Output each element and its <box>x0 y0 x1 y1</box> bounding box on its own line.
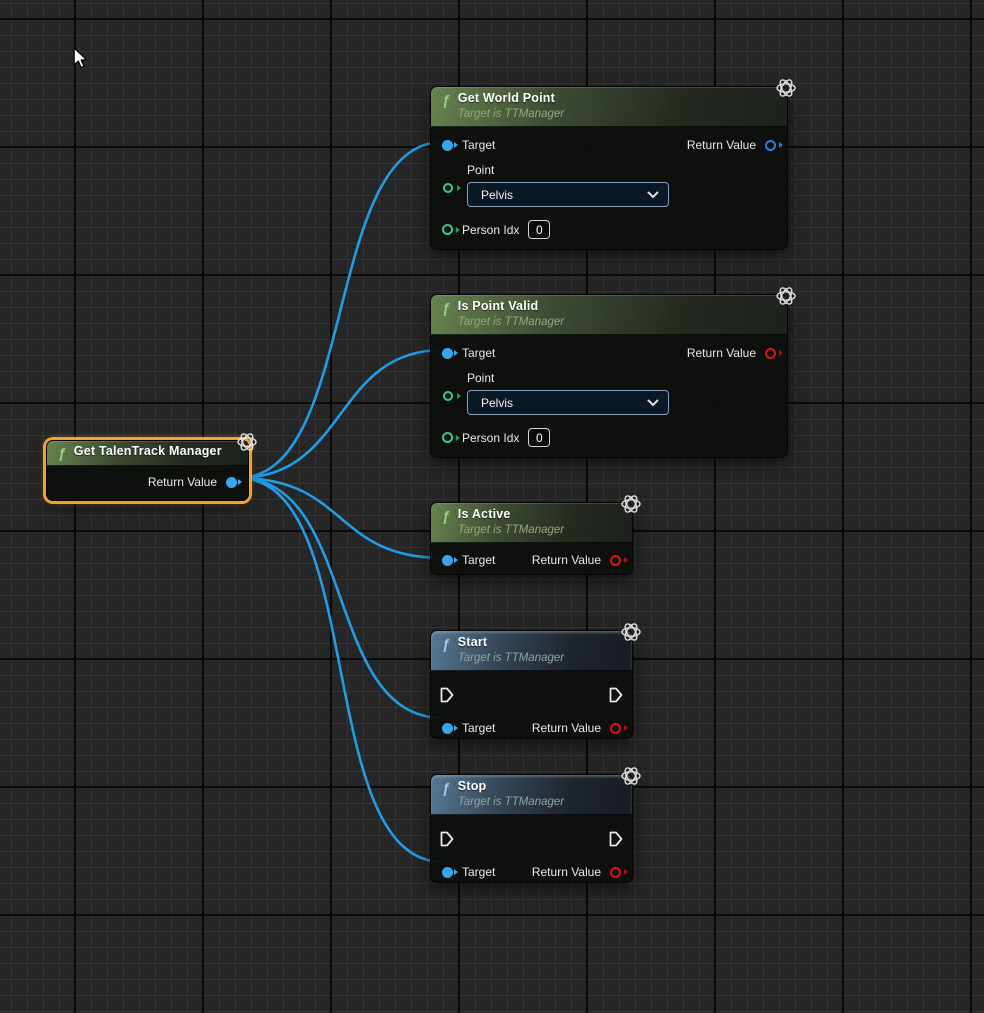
target-label: Target <box>462 553 495 567</box>
point-dropdown[interactable]: Pelvis <box>467 390 669 415</box>
wire-manager-to-is-active[interactable] <box>238 478 443 558</box>
mouse-cursor <box>72 47 88 69</box>
return-value-label: Return Value <box>148 475 217 489</box>
person-idx-label: Person Idx <box>462 431 519 445</box>
node-title: Get World Point <box>458 91 564 106</box>
point-label: Point <box>467 163 787 177</box>
node-get-world-point[interactable]: ƒ Get World Point Target is TTManager Ta… <box>430 86 788 250</box>
node-start[interactable]: ƒ Start Target is TTManager Target Retur… <box>430 630 633 739</box>
return-value-pin[interactable] <box>610 555 621 566</box>
wire-manager-to-stop[interactable] <box>238 478 443 862</box>
node-subtitle: Target is TTManager <box>458 523 564 537</box>
target-label: Target <box>462 865 495 879</box>
target-pin[interactable] <box>442 348 453 359</box>
node-stop[interactable]: ƒ Stop Target is TTManager Target Return… <box>430 774 633 883</box>
wire-manager-to-get-world-point[interactable] <box>238 142 443 478</box>
return-value-pin[interactable] <box>765 140 776 151</box>
return-value-pin[interactable] <box>610 867 621 878</box>
return-value-pin[interactable] <box>610 723 621 734</box>
return-value-label: Return Value <box>687 138 756 152</box>
node-title: Start <box>458 635 564 650</box>
chevron-down-icon <box>647 191 659 199</box>
target-pin[interactable] <box>442 555 453 566</box>
node-corner-knot-icon <box>774 76 798 100</box>
node-header[interactable]: ƒ Is Active Target is TTManager <box>431 503 632 543</box>
return-value-label: Return Value <box>532 553 601 567</box>
function-icon: ƒ <box>442 780 450 796</box>
person-idx-input[interactable]: 0 <box>528 220 550 239</box>
node-title: Get TalenTrack Manager <box>74 444 222 459</box>
wire-manager-to-start[interactable] <box>238 478 443 718</box>
point-dropdown[interactable]: Pelvis <box>467 182 669 207</box>
target-label: Target <box>462 138 495 152</box>
return-value-pin[interactable] <box>765 348 776 359</box>
person-idx-pin[interactable] <box>442 224 453 235</box>
person-idx-label: Person Idx <box>462 223 519 237</box>
node-is-active[interactable]: ƒ Is Active Target is TTManager Target R… <box>430 502 633 575</box>
node-corner-knot-icon <box>619 492 643 516</box>
point-label: Point <box>467 371 787 385</box>
node-header[interactable]: ƒ Get TalenTrack Manager <box>47 441 248 466</box>
target-pin[interactable] <box>442 723 453 734</box>
function-icon: ƒ <box>442 92 450 108</box>
target-pin[interactable] <box>442 867 453 878</box>
function-icon: ƒ <box>58 445 66 461</box>
node-subtitle: Target is TTManager <box>458 795 564 809</box>
node-title: Stop <box>458 779 564 794</box>
node-title: Is Active <box>458 507 564 522</box>
node-header[interactable]: ƒ Is Point Valid Target is TTManager <box>431 295 787 335</box>
node-subtitle: Target is TTManager <box>458 107 564 121</box>
function-icon: ƒ <box>442 636 450 652</box>
node-get-talentrack-manager[interactable]: ƒ Get TalenTrack Manager Return Value <box>46 440 249 501</box>
node-header[interactable]: ƒ Start Target is TTManager <box>431 631 632 671</box>
exec-output-pin[interactable] <box>609 687 623 703</box>
blueprint-graph-canvas[interactable]: { "app": "Unreal Engine Blueprint Graph … <box>0 0 984 1013</box>
node-corner-knot-icon <box>235 430 259 454</box>
node-corner-knot-icon <box>619 620 643 644</box>
return-value-label: Return Value <box>687 346 756 360</box>
node-is-point-valid[interactable]: ƒ Is Point Valid Target is TTManager Tar… <box>430 294 788 458</box>
target-pin[interactable] <box>442 140 453 151</box>
node-corner-knot-icon <box>619 764 643 788</box>
wire-manager-to-is-point-valid[interactable] <box>238 350 443 478</box>
node-corner-knot-icon <box>774 284 798 308</box>
exec-input-pin[interactable] <box>440 687 454 703</box>
point-dropdown-value: Pelvis <box>481 396 513 410</box>
exec-output-pin[interactable] <box>609 831 623 847</box>
point-pin[interactable] <box>443 391 453 401</box>
node-title: Is Point Valid <box>458 299 564 314</box>
return-value-pin[interactable] <box>226 477 237 488</box>
function-icon: ƒ <box>442 300 450 316</box>
point-pin[interactable] <box>443 183 453 193</box>
target-label: Target <box>462 721 495 735</box>
point-dropdown-value: Pelvis <box>481 188 513 202</box>
node-header[interactable]: ƒ Get World Point Target is TTManager <box>431 87 787 127</box>
node-subtitle: Target is TTManager <box>458 315 564 329</box>
node-header[interactable]: ƒ Stop Target is TTManager <box>431 775 632 815</box>
person-idx-input[interactable]: 0 <box>528 428 550 447</box>
node-subtitle: Target is TTManager <box>458 651 564 665</box>
target-label: Target <box>462 346 495 360</box>
exec-input-pin[interactable] <box>440 831 454 847</box>
person-idx-pin[interactable] <box>442 432 453 443</box>
function-icon: ƒ <box>442 508 450 524</box>
chevron-down-icon <box>647 399 659 407</box>
return-value-label: Return Value <box>532 721 601 735</box>
return-value-label: Return Value <box>532 865 601 879</box>
